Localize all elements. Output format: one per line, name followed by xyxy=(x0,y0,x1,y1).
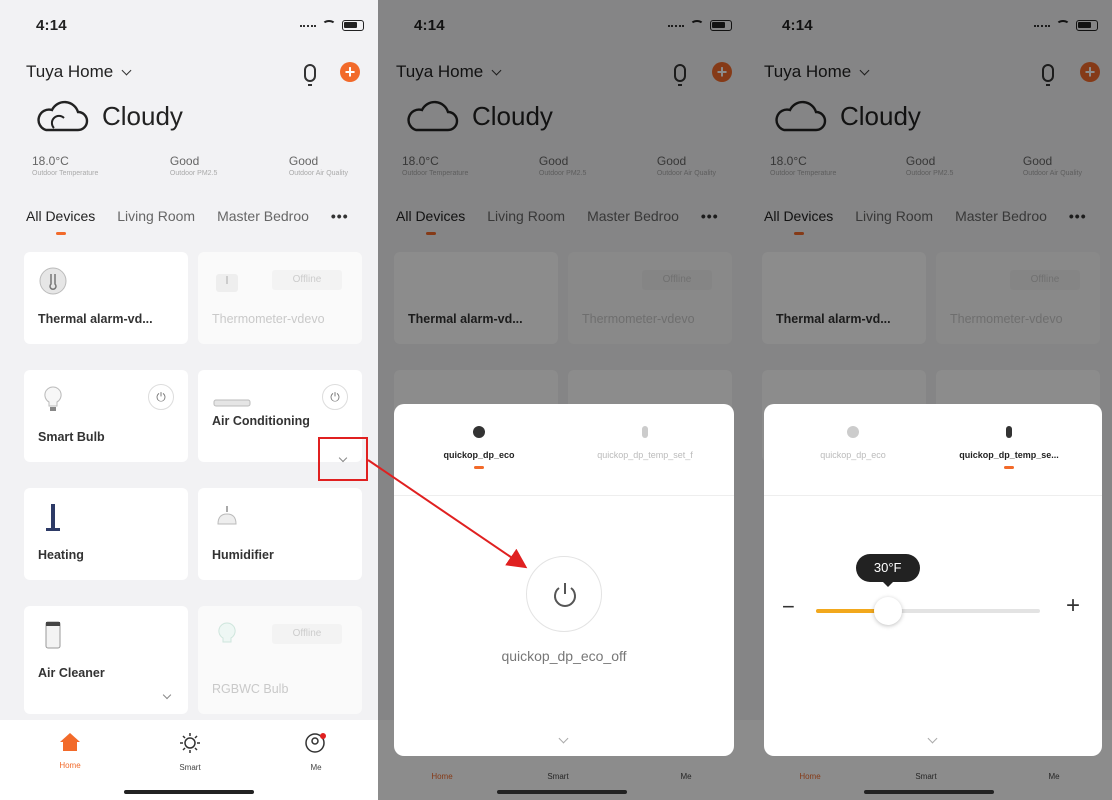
screenshot-stage: 4:14 Tuya Home + Cloudy 18.0°C Outdoor Te… xyxy=(0,0,1112,800)
callout-arrow xyxy=(367,459,528,569)
